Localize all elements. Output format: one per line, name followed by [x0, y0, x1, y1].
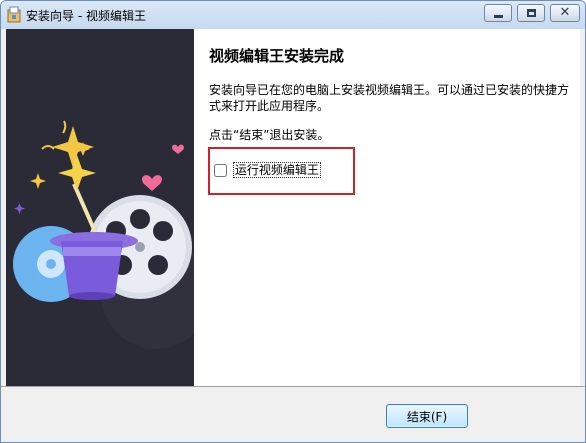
- run-app-checkbox[interactable]: [214, 163, 227, 177]
- close-icon: ✕: [559, 5, 571, 20]
- exit-hint: 点击“结束”退出安装。: [209, 128, 330, 142]
- minimize-icon: [494, 15, 503, 18]
- wizard-sidebar-image: [6, 29, 194, 386]
- minimize-button[interactable]: [484, 4, 512, 22]
- finish-button-label: 结束(F): [406, 409, 448, 424]
- page-title: 视频编辑王安装完成: [209, 47, 345, 65]
- installer-window: 安装向导 - 视频编辑王 ✕ 视频编辑王安装完成 安装向导已在您的电脑上安装视频…: [0, 0, 586, 443]
- content-panel: 视频编辑王安装完成 安装向导已在您的电脑上安装视频编辑王。可以通过已安装的快捷方…: [194, 29, 580, 386]
- title-bar: 安装向导 - 视频编辑王 ✕: [1, 1, 585, 29]
- installer-icon: [7, 6, 21, 23]
- finish-button[interactable]: 结束(F): [386, 404, 468, 428]
- maximize-button[interactable]: [517, 4, 545, 22]
- completion-description: 安装向导已在您的电脑上安装视频编辑王。可以通过已安装的快捷方式来打开此应用程序。: [209, 83, 570, 113]
- button-bar: 结束(F): [1, 386, 585, 442]
- magic-hat-illustration: [13, 120, 194, 349]
- maximize-icon: [527, 9, 536, 17]
- run-app-option[interactable]: 运行视频编辑王: [214, 162, 321, 178]
- run-app-label[interactable]: 运行视频编辑王: [232, 162, 321, 178]
- window-title: 安装向导 - 视频编辑王: [26, 9, 146, 23]
- close-button[interactable]: ✕: [550, 4, 580, 22]
